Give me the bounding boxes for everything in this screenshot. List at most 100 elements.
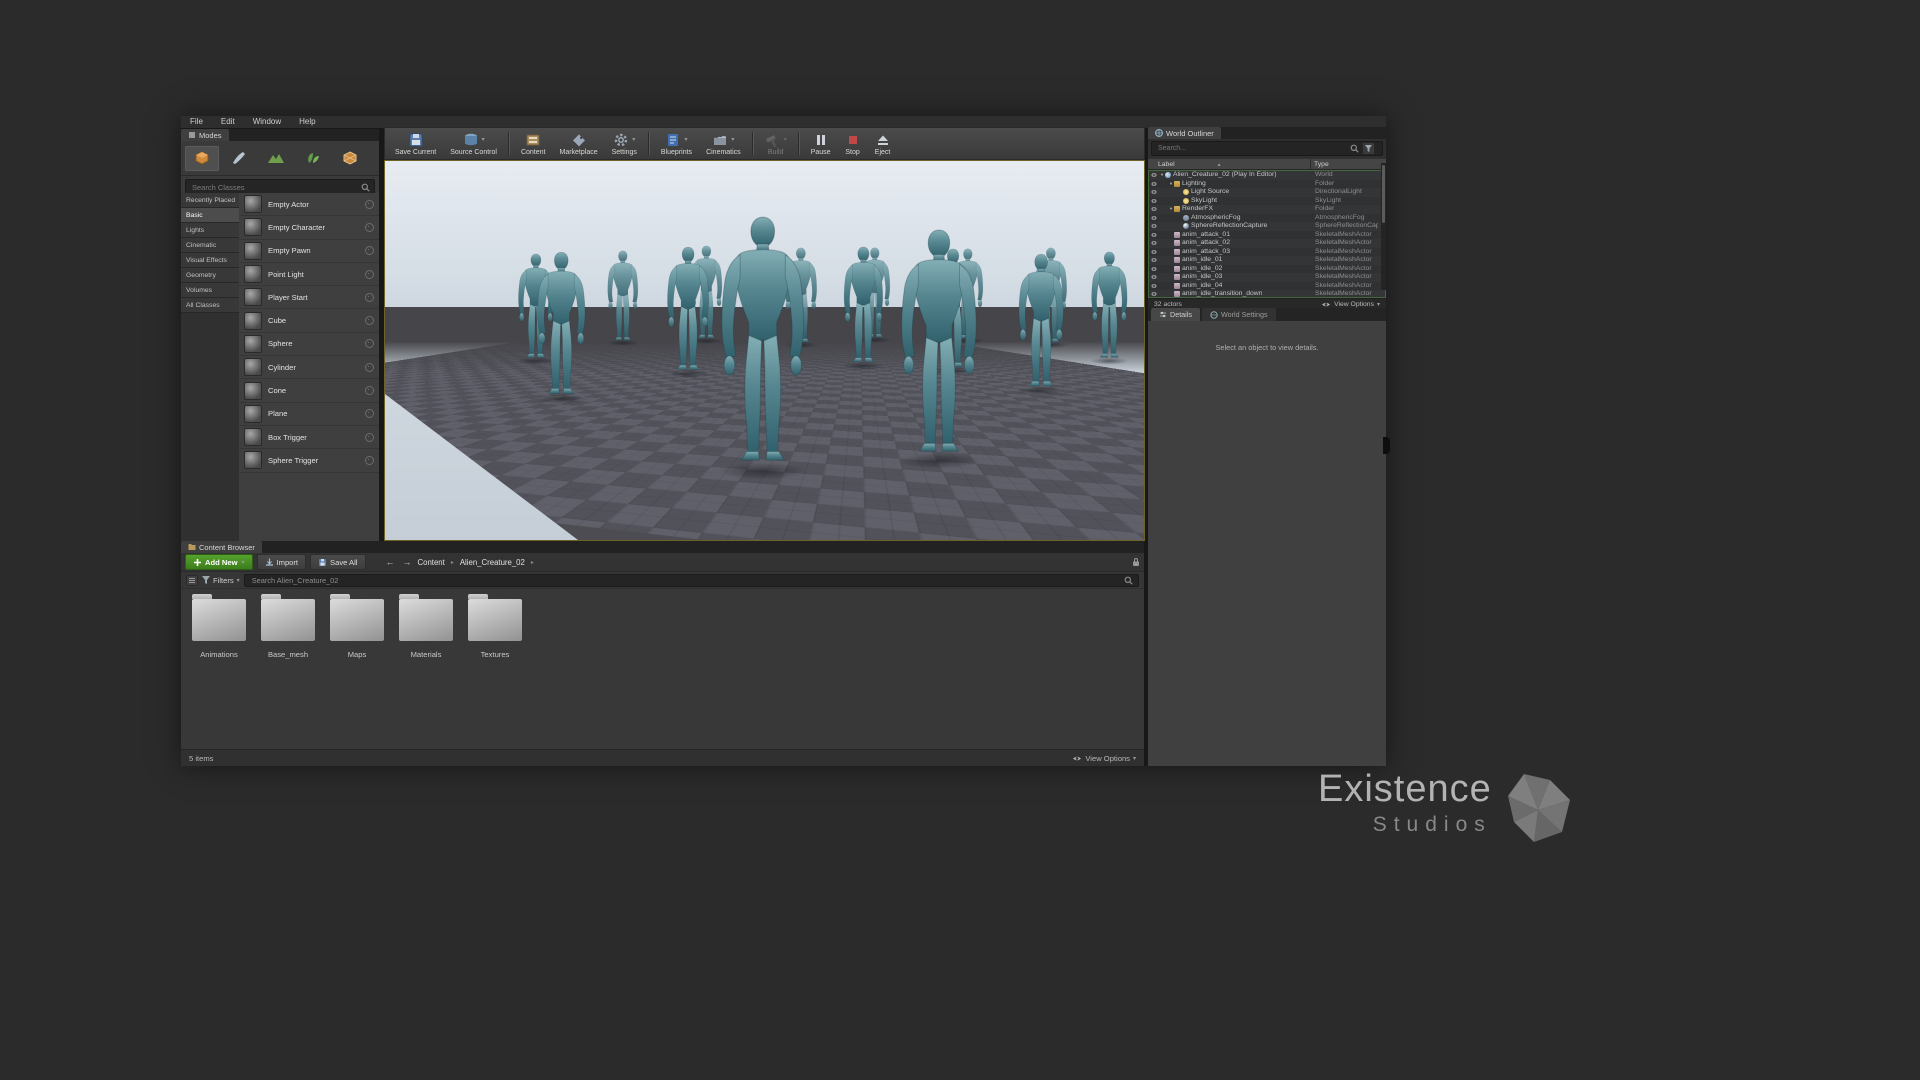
outliner-view-options-button[interactable]: View Options	[1321, 301, 1380, 308]
lock-icon[interactable]	[1132, 557, 1140, 567]
modes-category[interactable]: Cinematic	[181, 238, 239, 253]
outliner-row[interactable]: anim_idle_transition_down SkeletalMeshAc…	[1149, 290, 1385, 298]
tab-world-outliner[interactable]: World Outliner	[1148, 127, 1221, 139]
save-all-button[interactable]: Save All	[310, 554, 365, 570]
modes-category[interactable]: Recently Placed	[181, 193, 239, 208]
menu-item[interactable]: File	[181, 116, 212, 128]
mode-place-button[interactable]	[185, 146, 219, 171]
outliner-row[interactable]: anim_idle_01 SkeletalMeshActor	[1149, 256, 1385, 265]
breadcrumb-root[interactable]: Content	[418, 558, 445, 567]
outliner-row[interactable]: anim_idle_04 SkeletalMeshActor	[1149, 282, 1385, 291]
marketplace-button[interactable]: Marketplace	[552, 128, 604, 159]
visibility-eye-icon[interactable]	[1151, 267, 1157, 271]
folder-tile[interactable]: Materials	[398, 593, 454, 659]
visibility-eye-icon[interactable]	[1151, 207, 1157, 211]
mode-paint-button[interactable]	[222, 146, 256, 171]
column-type[interactable]: Type	[1314, 161, 1329, 168]
add-new-button[interactable]: Add New	[185, 554, 253, 570]
save-current-button[interactable]: Save Current	[388, 128, 443, 159]
visibility-eye-icon[interactable]	[1151, 199, 1157, 203]
modes-category[interactable]: Basic	[181, 208, 239, 223]
menu-item[interactable]: Help	[290, 116, 324, 128]
outliner-row[interactable]: anim_attack_02 SkeletalMeshActor	[1149, 239, 1385, 248]
visibility-eye-icon[interactable]	[1151, 275, 1157, 279]
menu-item[interactable]: Window	[244, 116, 290, 128]
tab-world-settings[interactable]: World Settings	[1202, 308, 1276, 321]
content-search-input[interactable]	[250, 575, 1120, 586]
stop-button[interactable]: Stop	[838, 128, 868, 159]
placeable-item[interactable]: Cube	[239, 309, 379, 332]
outliner-row[interactable]: anim_idle_02 SkeletalMeshActor	[1149, 265, 1385, 274]
placeable-item[interactable]: Sphere	[239, 333, 379, 356]
visibility-eye-icon[interactable]	[1151, 182, 1157, 186]
filters-button[interactable]: Filters	[202, 576, 240, 585]
modes-category[interactable]: Geometry	[181, 268, 239, 283]
placeable-item[interactable]: Empty Pawn	[239, 240, 379, 263]
folder-tile[interactable]: Base_mesh	[260, 593, 316, 659]
outliner-row[interactable]: Alien_Creature_02 (Play In Editor) World	[1149, 171, 1385, 180]
column-label[interactable]: Label	[1158, 161, 1222, 168]
outliner-row[interactable]: RenderFX Folder	[1149, 205, 1385, 214]
visibility-eye-icon[interactable]	[1151, 292, 1157, 296]
placeable-item[interactable]: Player Start	[239, 286, 379, 309]
blueprints-button[interactable]: Blueprints	[654, 128, 699, 159]
placeable-item[interactable]: Box Trigger	[239, 426, 379, 449]
placeable-item[interactable]: Plane	[239, 403, 379, 426]
outliner-search-input[interactable]	[1156, 144, 1347, 153]
settings-button[interactable]: Settings	[605, 128, 644, 159]
placeable-item[interactable]: Cylinder	[239, 356, 379, 379]
build-button[interactable]: Build	[758, 128, 794, 159]
visibility-eye-icon[interactable]	[1151, 173, 1157, 177]
source-control-button[interactable]: Source Control	[443, 128, 504, 159]
outliner-filter-button[interactable]	[1362, 142, 1375, 155]
placeable-item[interactable]: Cone	[239, 379, 379, 402]
mode-foliage-button[interactable]	[296, 146, 330, 171]
outliner-row[interactable]: SkyLight SkyLight	[1149, 197, 1385, 206]
outliner-row[interactable]: AtmosphericFog AtmosphericFog	[1149, 214, 1385, 223]
pause-button[interactable]: Pause	[804, 128, 838, 159]
breadcrumb-current[interactable]: Alien_Creature_02	[460, 558, 525, 567]
visibility-eye-icon[interactable]	[1151, 250, 1157, 254]
placeable-item[interactable]: Point Light	[239, 263, 379, 286]
outliner-row[interactable]: Lighting Folder	[1149, 180, 1385, 189]
outliner-row[interactable]: Light Source DirectionalLight	[1149, 188, 1385, 197]
placeable-item[interactable]: Empty Actor	[239, 193, 379, 216]
tab-details[interactable]: Details	[1151, 308, 1200, 321]
content-button[interactable]: Content	[514, 128, 553, 159]
scrollbar-thumb[interactable]	[1382, 165, 1385, 223]
visibility-eye-icon[interactable]	[1151, 190, 1157, 194]
outliner-row[interactable]: anim_idle_03 SkeletalMeshActor	[1149, 273, 1385, 282]
modes-category[interactable]: Visual Effects	[181, 253, 239, 268]
modes-category[interactable]: All Classes	[181, 298, 239, 313]
mode-landscape-button[interactable]	[259, 146, 293, 171]
visibility-eye-icon[interactable]	[1151, 284, 1157, 288]
back-button[interactable]: ←	[384, 556, 397, 569]
eject-button[interactable]: Eject	[868, 128, 898, 159]
outliner-row[interactable]: anim_attack_03 SkeletalMeshActor	[1149, 248, 1385, 257]
modes-search-input[interactable]	[190, 182, 358, 193]
placeable-item[interactable]: Sphere Trigger	[239, 449, 379, 472]
tab-content-browser[interactable]: Content Browser	[181, 541, 262, 553]
tab-modes[interactable]: Modes	[181, 129, 229, 141]
visibility-eye-icon[interactable]	[1151, 224, 1157, 228]
visibility-eye-icon[interactable]	[1151, 258, 1157, 262]
outliner-row[interactable]: SphereReflectionCapture SphereReflection…	[1149, 222, 1385, 231]
import-button[interactable]: Import	[257, 554, 307, 570]
outliner-scrollbar[interactable]	[1381, 163, 1386, 290]
content-view-options-button[interactable]: View Options	[1072, 754, 1136, 763]
menu-item[interactable]: Edit	[212, 116, 244, 128]
folder-tile[interactable]: Animations	[191, 593, 247, 659]
folder-tile[interactable]: Textures	[467, 593, 523, 659]
modes-category[interactable]: Volumes	[181, 283, 239, 298]
cinematics-button[interactable]: Cinematics	[699, 128, 748, 159]
visibility-eye-icon[interactable]	[1151, 233, 1157, 237]
visibility-eye-icon[interactable]	[1151, 216, 1157, 220]
modes-category[interactable]: Lights	[181, 223, 239, 238]
sources-toggle-button[interactable]	[186, 575, 198, 586]
forward-button[interactable]: →	[401, 556, 414, 569]
outliner-column-header[interactable]: Label Type	[1148, 158, 1386, 170]
folder-tile[interactable]: Maps	[329, 593, 385, 659]
panel-expand-grip[interactable]	[1383, 437, 1390, 454]
placeable-item[interactable]: Empty Character	[239, 216, 379, 239]
mode-geometry-button[interactable]	[333, 146, 367, 171]
